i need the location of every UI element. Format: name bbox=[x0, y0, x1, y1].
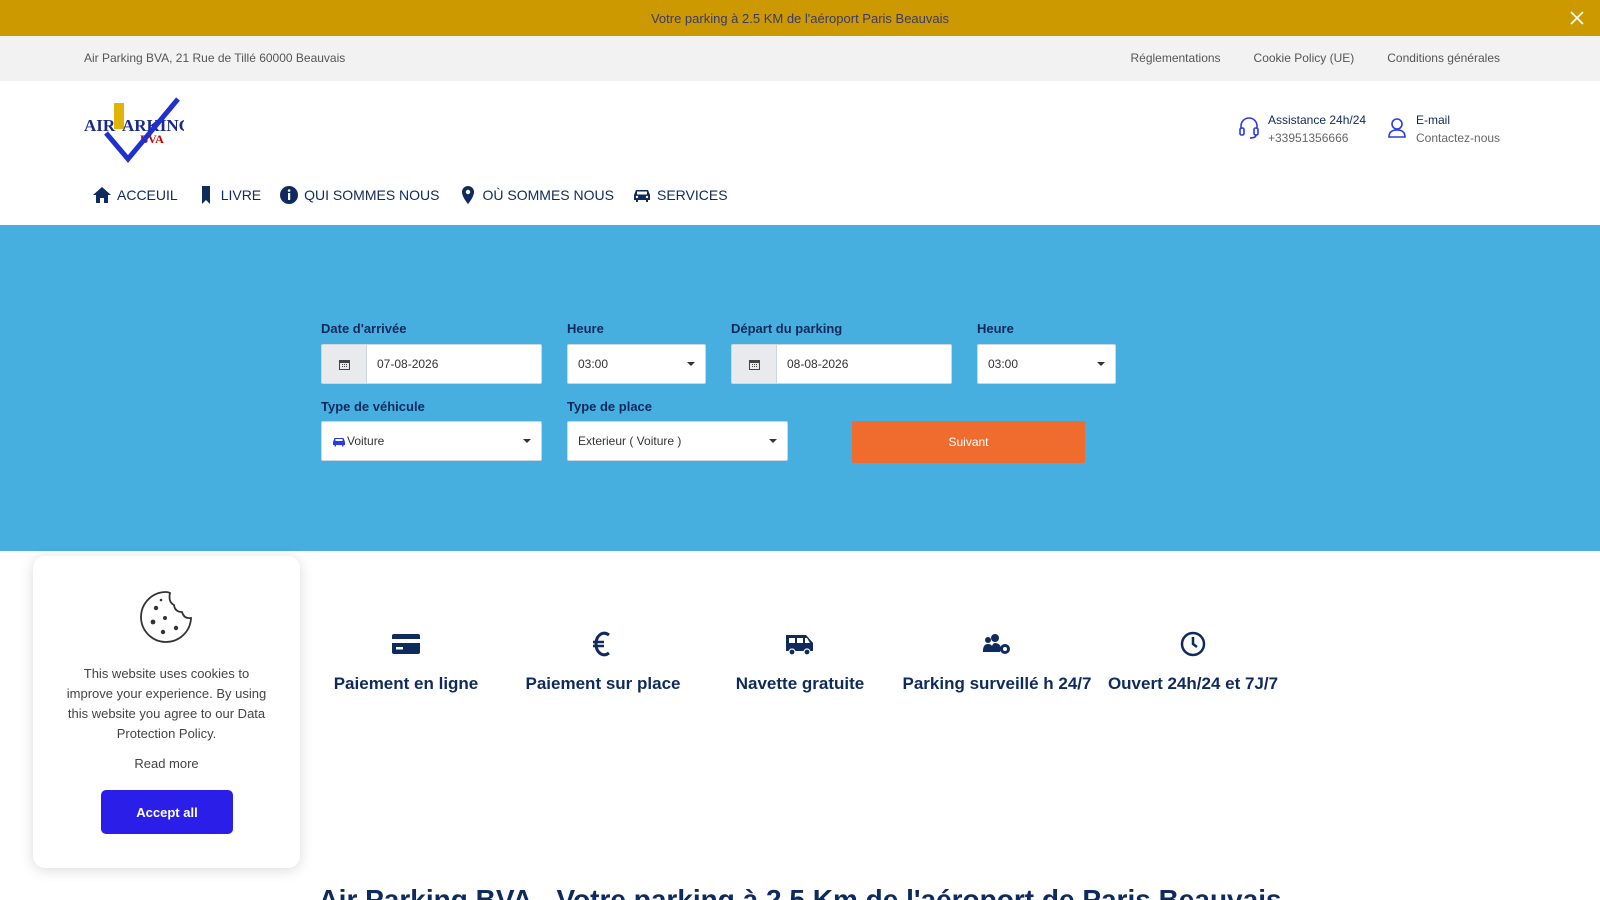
shuttle-icon bbox=[786, 635, 813, 656]
feature-label: Ouvert 24h/24 et 7J/7 bbox=[1107, 674, 1279, 693]
nav-item-services[interactable]: SERVICES bbox=[632, 185, 728, 205]
clock-icon bbox=[1180, 631, 1206, 657]
feature-label: Parking surveillé h 24/7 bbox=[902, 674, 1092, 693]
nav-label: ACCEUIL bbox=[117, 187, 178, 203]
nav-label: LIVRE bbox=[220, 187, 262, 203]
nav-item-ou-sommes-nous[interactable]: OÙ SOMMES NOUS bbox=[458, 185, 614, 205]
departure-time-label: Heure bbox=[977, 321, 1014, 336]
headset-icon bbox=[1239, 117, 1259, 139]
vehicle-type-value: Voiture bbox=[347, 434, 385, 448]
feature-label: Paiement en ligne bbox=[333, 674, 479, 693]
nav-item-qui-sommes-nous[interactable]: QUI SOMMES NOUS bbox=[279, 185, 440, 205]
arrival-time-label: Heure bbox=[567, 321, 604, 336]
accept-all-button[interactable]: Accept all bbox=[101, 790, 233, 834]
departure-date-value: 08-08-2026 bbox=[787, 357, 849, 371]
car-icon bbox=[633, 190, 650, 202]
departure-date-field[interactable]: 08-08-2026 bbox=[731, 344, 952, 384]
calendar-icon bbox=[338, 359, 350, 370]
email-title: E-mail bbox=[1416, 113, 1451, 127]
read-more-link[interactable]: Read more bbox=[33, 756, 300, 771]
cookie-message: This website uses cookies to improve you… bbox=[66, 666, 267, 741]
info-bar: Air Parking BVA, 21 Rue de Tillé 60000 B… bbox=[0, 36, 1600, 81]
nav-item-livre[interactable]: LIVRE bbox=[196, 185, 261, 205]
link-conditions[interactable]: Conditions générales bbox=[1387, 51, 1500, 65]
calendar-addon bbox=[322, 345, 367, 383]
cookie-banner: This website uses cookies to improve you… bbox=[33, 556, 300, 868]
assistance-contact[interactable]: Assistance 24h/24 +33951356666 bbox=[1238, 113, 1366, 145]
feature-open-24-7: Ouvert 24h/24 et 7J/7 bbox=[1098, 631, 1288, 697]
map-pin-icon bbox=[461, 186, 474, 204]
feature-onsite-payment: Paiement sur place bbox=[508, 631, 698, 697]
place-type-value: Exterieur ( Voiture ) bbox=[578, 434, 682, 448]
email-link[interactable]: Contactez-nous bbox=[1416, 131, 1500, 145]
vehicle-type-select[interactable]: Voiture bbox=[321, 421, 542, 461]
feature-label: Paiement sur place bbox=[525, 674, 681, 693]
nav-label: SERVICES bbox=[656, 187, 728, 203]
feature-surveillance: Parking surveillé h 24/7 bbox=[902, 631, 1092, 697]
logo[interactable]: AIR ARKING BVA bbox=[84, 97, 184, 163]
calendar-icon bbox=[748, 359, 760, 370]
chevron-down-icon bbox=[687, 362, 695, 366]
booking-section: Date d'arrivée 07-08-2026 Heure 03:00 Dé… bbox=[0, 225, 1600, 551]
close-icon[interactable] bbox=[1568, 9, 1586, 27]
chevron-down-icon bbox=[523, 439, 531, 443]
info-links: Réglementations Cookie Policy (UE) Condi… bbox=[1130, 51, 1500, 65]
user-icon bbox=[1388, 118, 1406, 138]
next-button[interactable]: Suivant bbox=[852, 421, 1085, 463]
arrival-date-field[interactable]: 07-08-2026 bbox=[321, 344, 542, 384]
nav-label: QUI SOMMES NOUS bbox=[304, 187, 440, 203]
main-nav: ACCEUIL LIVRE QUI SOMMES NOUS OÙ SOMMES … bbox=[92, 185, 728, 205]
departure-date-label: Départ du parking bbox=[731, 321, 843, 336]
info-icon bbox=[280, 186, 299, 204]
euro-icon bbox=[593, 631, 610, 657]
address-text: Air Parking BVA, 21 Rue de Tillé 60000 B… bbox=[84, 51, 346, 65]
site-header: AIR ARKING BVA Assistance 24h/24 +339513… bbox=[0, 81, 1600, 225]
departure-time-select[interactable]: 03:00 bbox=[977, 344, 1116, 384]
bookmark-icon bbox=[201, 186, 210, 204]
link-reglementations[interactable]: Réglementations bbox=[1130, 51, 1220, 65]
email-contact[interactable]: E-mail Contactez-nous bbox=[1386, 113, 1500, 145]
feature-label: Navette gratuite bbox=[735, 674, 865, 693]
announcement-bar: Votre parking à 2.5 KM de l'aéroport Par… bbox=[0, 0, 1600, 36]
chevron-down-icon bbox=[769, 439, 777, 443]
feature-free-shuttle: Navette gratuite bbox=[705, 631, 895, 697]
users-gear-icon bbox=[983, 634, 1010, 654]
chevron-down-icon bbox=[1097, 362, 1105, 366]
arrival-date-value: 07-08-2026 bbox=[377, 357, 439, 371]
arrival-time-select[interactable]: 03:00 bbox=[567, 344, 706, 384]
car-icon bbox=[333, 437, 345, 446]
departure-time-value: 03:00 bbox=[988, 357, 1019, 371]
announcement-text: Votre parking à 2.5 KM de l'aéroport Par… bbox=[650, 10, 950, 26]
nav-label: OÙ SOMMES NOUS bbox=[482, 187, 614, 203]
feature-online-payment: Paiement en ligne bbox=[311, 631, 501, 697]
link-cookie-policy[interactable]: Cookie Policy (UE) bbox=[1254, 51, 1355, 65]
page-title: Air Parking BVA - Votre parking à 2.5 Km… bbox=[318, 884, 1282, 900]
nav-item-acceuil[interactable]: ACCEUIL bbox=[92, 185, 178, 205]
svg-text:AIR: AIR bbox=[84, 116, 116, 135]
assistance-phone[interactable]: +33951356666 bbox=[1268, 131, 1366, 145]
arrival-time-value: 03:00 bbox=[578, 357, 609, 371]
credit-card-icon bbox=[392, 634, 420, 654]
assistance-title: Assistance 24h/24 bbox=[1268, 113, 1367, 127]
vehicle-type-label: Type de véhicule bbox=[321, 399, 425, 414]
place-type-select[interactable]: Exterieur ( Voiture ) bbox=[567, 421, 788, 461]
cookie-icon bbox=[140, 591, 192, 643]
arrival-date-label: Date d'arrivée bbox=[321, 321, 407, 336]
home-icon bbox=[93, 187, 111, 203]
place-type-label: Type de place bbox=[567, 399, 653, 414]
calendar-addon bbox=[732, 345, 777, 383]
